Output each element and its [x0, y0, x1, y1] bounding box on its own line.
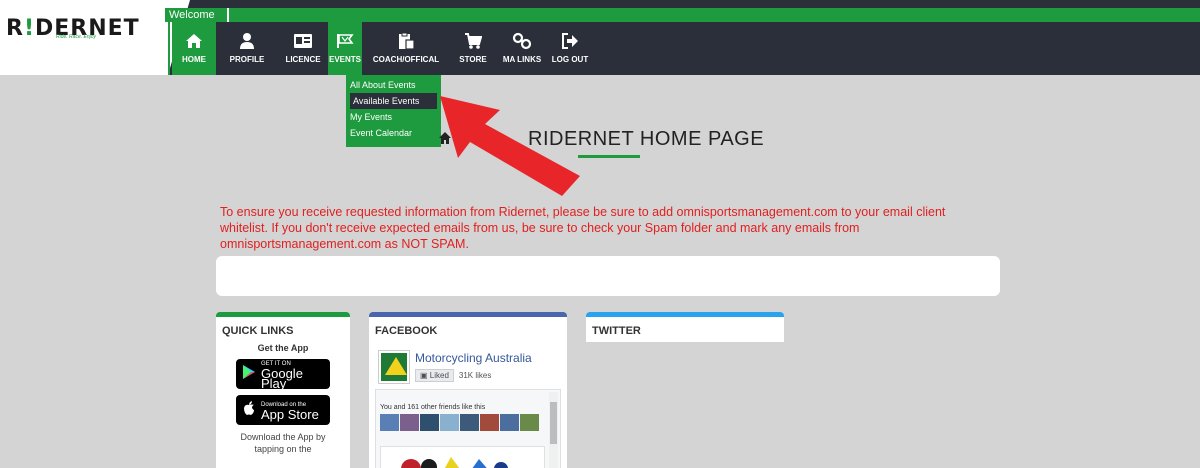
- nav-label-ma-links: MA LINKS: [502, 55, 542, 64]
- google-play-big-text: Google Play: [261, 366, 303, 391]
- friend-avatar[interactable]: [500, 414, 519, 431]
- friend-avatar[interactable]: [400, 414, 419, 431]
- welcome-label: Welcome: [165, 8, 229, 22]
- dropdown-item-available-events[interactable]: Available Events: [350, 93, 437, 109]
- facebook-friends-text: You and 161 other friends like this: [380, 404, 486, 411]
- home-icon: [185, 30, 203, 52]
- nav-label-home: HOME: [182, 55, 206, 64]
- nav-label-profile: PROFILE: [229, 55, 265, 64]
- facebook-likes-count: 31K likes: [458, 371, 492, 380]
- nav-label-store: STORE: [459, 55, 487, 64]
- logo-r: R: [6, 16, 24, 41]
- nav-item-store[interactable]: STORE: [450, 22, 496, 75]
- facebook-panel: FACEBOOK Motorcycling Australia ▣ Liked …: [369, 312, 567, 468]
- logout-icon: [561, 30, 579, 52]
- events-dropdown-menu: All About Events Available Events My Eve…: [346, 75, 441, 147]
- nav-label-coach-official: COACH/OFFICAL: [372, 55, 440, 64]
- main-nav: HOME PROFILE LICENCE EVENTS COACH/OFFICA…: [172, 22, 592, 75]
- flag-icon: [336, 30, 354, 52]
- feed-scrollbar-thumb[interactable]: [550, 402, 557, 444]
- download-app-text: Download the App by tapping on the: [240, 432, 326, 454]
- facebook-liked-label: Liked: [429, 371, 449, 380]
- friend-avatar[interactable]: [460, 414, 479, 431]
- facebook-feed[interactable]: You and 161 other friends like this: [375, 389, 561, 468]
- clipboard-icon: [397, 30, 415, 52]
- nav-label-events: EVENTS: [328, 55, 361, 64]
- logo-triangle: [385, 357, 407, 375]
- logo-exclaim: !: [23, 16, 35, 41]
- app-store-big-text: App Store: [261, 407, 319, 422]
- google-play-icon: [242, 364, 256, 385]
- nav-item-licence[interactable]: LICENCE: [278, 22, 328, 75]
- empty-content-box: [216, 256, 1000, 296]
- nav-item-profile[interactable]: PROFILE: [216, 22, 278, 75]
- whitelist-notice: To ensure you receive requested informat…: [220, 205, 946, 251]
- ma-logo-icon[interactable]: [378, 350, 410, 384]
- dropdown-item-event-calendar[interactable]: Event Calendar: [346, 125, 441, 141]
- apple-icon: [242, 400, 256, 421]
- nav-item-coach-official[interactable]: COACH/OFFICAL: [362, 22, 450, 75]
- header: R!DERNET Ride. Race. Enjoy Welcome HOME …: [0, 0, 1200, 75]
- facebook-like-row: ▣ Liked 31K likes: [415, 369, 491, 382]
- nav-divider: [168, 22, 170, 75]
- twitter-heading: TWITTER: [592, 325, 641, 337]
- friend-avatar[interactable]: [380, 414, 399, 431]
- friend-avatar[interactable]: [420, 414, 439, 431]
- facebook-page-name[interactable]: Motorcycling Australia: [415, 351, 532, 365]
- logo-tagline: Ride. Race. Enjoy: [56, 34, 97, 40]
- facebook-f-icon: ▣: [420, 371, 430, 380]
- facebook-liked-button[interactable]: ▣ Liked: [415, 369, 454, 382]
- app-store-button[interactable]: Download on the App Store: [236, 395, 330, 425]
- friend-avatars: [380, 414, 540, 431]
- nav-item-events[interactable]: EVENTS: [328, 22, 362, 75]
- red-arrow-annotation: [430, 88, 590, 203]
- quick-links-panel: QUICK LINKS Get the App GET IT ON Google …: [216, 312, 350, 468]
- dropdown-item-my-events[interactable]: My Events: [346, 109, 441, 125]
- facebook-post-image[interactable]: [380, 446, 545, 468]
- nav-item-ma-links[interactable]: MA LINKS: [496, 22, 548, 75]
- facebook-heading: FACEBOOK: [375, 325, 438, 337]
- id-card-icon: [293, 30, 313, 52]
- friend-avatar[interactable]: [440, 414, 459, 431]
- link-icon: [512, 30, 532, 52]
- get-app-label: Get the App: [257, 343, 309, 353]
- friend-avatar[interactable]: [520, 414, 539, 431]
- quick-links-heading: QUICK LINKS: [222, 325, 294, 337]
- nav-item-log-out[interactable]: LOG OUT: [548, 22, 592, 75]
- cart-icon: [464, 30, 482, 52]
- nav-label-log-out: LOG OUT: [551, 55, 589, 64]
- friend-avatar[interactable]: [480, 414, 499, 431]
- logo-panel: R!DERNET Ride. Race. Enjoy: [0, 0, 190, 75]
- user-icon: [239, 30, 255, 52]
- dropdown-item-all-about-events[interactable]: All About Events: [346, 77, 441, 93]
- google-play-button[interactable]: GET IT ON Google Play: [236, 359, 330, 391]
- nav-label-licence: LICENCE: [285, 55, 321, 64]
- feed-scrollbar[interactable]: [549, 392, 558, 468]
- twitter-panel: TWITTER: [586, 312, 784, 342]
- nav-item-home[interactable]: HOME: [172, 22, 216, 75]
